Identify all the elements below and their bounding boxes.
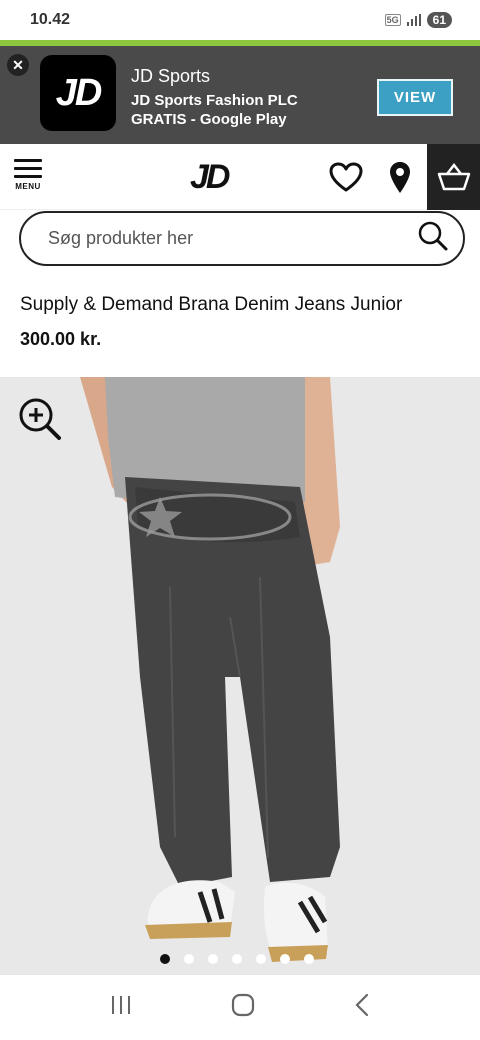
search-placeholder: Søg produkter her [48,228,194,248]
heart-icon[interactable] [329,162,363,197]
status-time: 10.42 [30,11,71,28]
signal-icon [406,14,421,26]
app-logo: JD [40,55,116,131]
site-header: MENU JD [0,144,480,210]
banner-store: GRATIS - Google Play [131,111,287,128]
status-icons: 5G 61 [384,12,452,28]
gallery-dot[interactable] [304,954,314,964]
zoom-in-icon[interactable] [18,397,62,446]
gallery-dot[interactable] [160,954,170,964]
gallery-dot[interactable] [256,954,266,964]
product-photo [0,377,480,975]
banner-publisher: JD Sports Fashion PLC [131,92,298,109]
product-image[interactable] [0,377,480,975]
location-pin-icon[interactable] [388,160,412,199]
gallery-dot[interactable] [184,954,194,964]
menu-icon [14,159,42,183]
gallery-pagination [160,954,314,964]
basket-icon[interactable] [427,144,480,210]
gallery-dot[interactable] [208,954,218,964]
menu-button[interactable]: MENU [12,159,44,191]
product-title: Supply & Demand Brana Denim Jeans Junior [20,294,403,315]
gallery-dot[interactable] [280,954,290,964]
view-button[interactable]: VIEW [377,79,453,116]
app-install-banner: ✕ JD JD Sports JD Sports Fashion PLC GRA… [0,40,480,144]
system-nav-bar [0,975,480,1040]
back-icon[interactable] [354,993,370,1022]
network-5g-icon: 5G [384,14,401,26]
banner-text: JD Sports JD Sports Fashion PLC GRATIS -… [131,66,298,129]
home-icon[interactable] [231,993,255,1022]
close-icon[interactable]: ✕ [7,54,29,76]
banner-title: JD Sports [131,66,211,86]
menu-label: MENU [15,182,41,191]
battery-icon: 61 [426,12,452,28]
product-price: 300.00 kr. [20,329,102,349]
search-input[interactable]: Søg produkter her [19,211,465,266]
recents-icon[interactable] [110,994,132,1021]
jd-logo[interactable]: JD [190,158,231,197]
status-bar: 10.42 5G 61 [0,0,480,40]
search-icon[interactable] [417,220,449,257]
gallery-dot[interactable] [232,954,242,964]
